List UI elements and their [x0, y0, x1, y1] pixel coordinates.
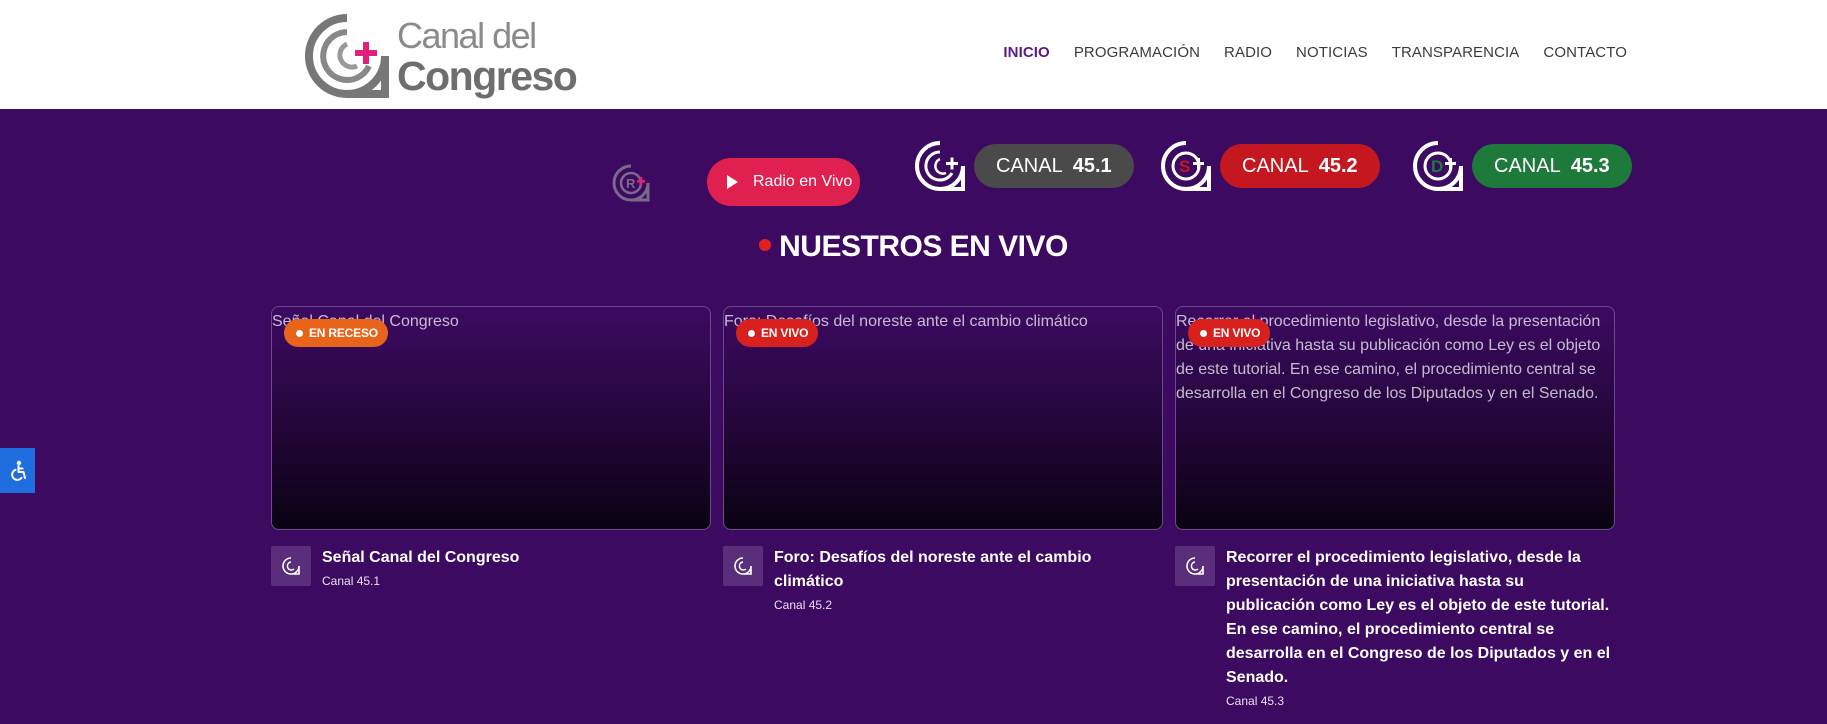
status-label: EN VIVO [761, 326, 809, 340]
site-logo[interactable]: Canal del Congreso [305, 14, 587, 98]
channel-45-1[interactable]: CANAL 45.1 [914, 140, 1134, 192]
nav-transparencia[interactable]: TRANSPARENCIA [1392, 44, 1520, 61]
card-meta: Foro: Desafíos del noreste ante el cambi… [723, 546, 1163, 612]
site-header: Canal del Congreso INICIO PROGRAMACIÓN R… [0, 0, 1827, 109]
live-dot-icon [759, 239, 772, 252]
channel-number: 45.3 [1570, 154, 1610, 177]
channel-label: CANAL [1242, 154, 1309, 177]
channel-label: CANAL [996, 154, 1063, 177]
channel-number: 45.2 [1318, 154, 1358, 177]
live-card[interactable]: Recorrer el procedimiento legislativo, d… [1175, 306, 1615, 708]
main-nav: INICIO PROGRAMACIÓN RADIO NOTICIAS TRANS… [1003, 44, 1627, 61]
live-card[interactable]: Señal Canal del Congreso EN RECESO Señal… [271, 306, 711, 588]
nav-radio[interactable]: RADIO [1224, 44, 1272, 61]
svg-text:S: S [1179, 157, 1190, 176]
logo-wordmark: Canal del Congreso [397, 15, 578, 99]
card-channel: Canal 45.2 [774, 598, 833, 612]
channel-45-1-pill: CANAL 45.1 [974, 144, 1134, 188]
status-dot-icon [1200, 329, 1207, 337]
card-thumbnail[interactable]: Señal Canal del Congreso EN RECESO [271, 306, 711, 530]
channel-45-2-pill: CANAL 45.2 [1220, 144, 1380, 188]
logo-line-2: Congreso [397, 53, 578, 99]
status-dot-icon [748, 329, 755, 337]
canal-senado-logo-icon: S [1161, 141, 1211, 191]
status-dot-icon [296, 329, 303, 337]
channel-avatar [723, 546, 763, 586]
channel-45-3[interactable]: D CANAL 45.3 [1412, 140, 1632, 192]
card-title[interactable]: Foro: Desafíos del noreste ante el cambi… [774, 546, 1163, 614]
section-title: NUESTROS EN VIVO [0, 230, 1827, 264]
card-thumbnail[interactable]: Foro: Desafíos del noreste ante el cambi… [723, 306, 1163, 530]
card-title-text: Foro: Desafíos del noreste ante el cambi… [774, 549, 1092, 590]
card-title[interactable]: Señal Canal del Congreso Canal 45.1 [322, 546, 711, 590]
card-title-text: Recorrer el procedimiento legislativo, d… [1226, 549, 1611, 686]
canal-del-congreso-logo-icon [305, 14, 389, 98]
card-meta: Señal Canal del Congreso Canal 45.1 [271, 546, 711, 588]
channel-logo-icon [1186, 557, 1204, 575]
canal-congreso-logo-icon [915, 141, 965, 191]
status-badge: EN VIVO [1188, 319, 1271, 347]
card-thumbnail[interactable]: Recorrer el procedimiento legislativo, d… [1175, 306, 1615, 530]
nav-contacto[interactable]: CONTACTO [1543, 44, 1627, 61]
status-label: EN VIVO [1213, 326, 1261, 340]
accessibility-button[interactable] [0, 448, 35, 493]
accessibility-icon [10, 460, 26, 481]
radio-logo-icon[interactable]: R [611, 163, 651, 203]
section-title-text: NUESTROS EN VIVO [779, 230, 1068, 263]
nav-noticias[interactable]: NOTICIAS [1296, 44, 1368, 61]
status-label: EN RECESO [309, 326, 378, 340]
svg-text:D: D [1431, 157, 1443, 176]
channel-45-2[interactable]: S CANAL 45.2 [1160, 140, 1380, 192]
card-title[interactable]: Recorrer el procedimiento legislativo, d… [1226, 546, 1615, 710]
status-badge: EN VIVO [736, 319, 819, 347]
play-icon [727, 175, 738, 189]
card-meta: Recorrer el procedimiento legislativo, d… [1175, 546, 1615, 708]
radio-en-vivo-button[interactable]: Radio en Vivo [707, 158, 860, 206]
live-card[interactable]: Foro: Desafíos del noreste ante el cambi… [723, 306, 1163, 612]
nav-programacion[interactable]: PROGRAMACIÓN [1074, 44, 1200, 61]
logo-line-1: Canal del [397, 15, 537, 56]
nav-inicio[interactable]: INICIO [1003, 44, 1049, 61]
card-title-text: Señal Canal del Congreso [322, 549, 520, 566]
card-channel: Canal 45.3 [1226, 694, 1285, 708]
status-badge: EN RECESO [284, 319, 388, 347]
canal-diputados-logo-icon: D [1413, 141, 1463, 191]
channel-number: 45.1 [1072, 154, 1112, 177]
radio-en-vivo-label: Radio en Vivo [753, 173, 853, 190]
svg-text:R: R [626, 176, 636, 191]
channel-label: CANAL [1494, 154, 1561, 177]
channel-logo-icon [282, 557, 300, 575]
card-channel: Canal 45.1 [322, 574, 381, 588]
channel-avatar [271, 546, 311, 586]
channel-avatar [1175, 546, 1215, 586]
channel-45-3-pill: CANAL 45.3 [1472, 144, 1632, 188]
channel-logo-icon [734, 557, 752, 575]
